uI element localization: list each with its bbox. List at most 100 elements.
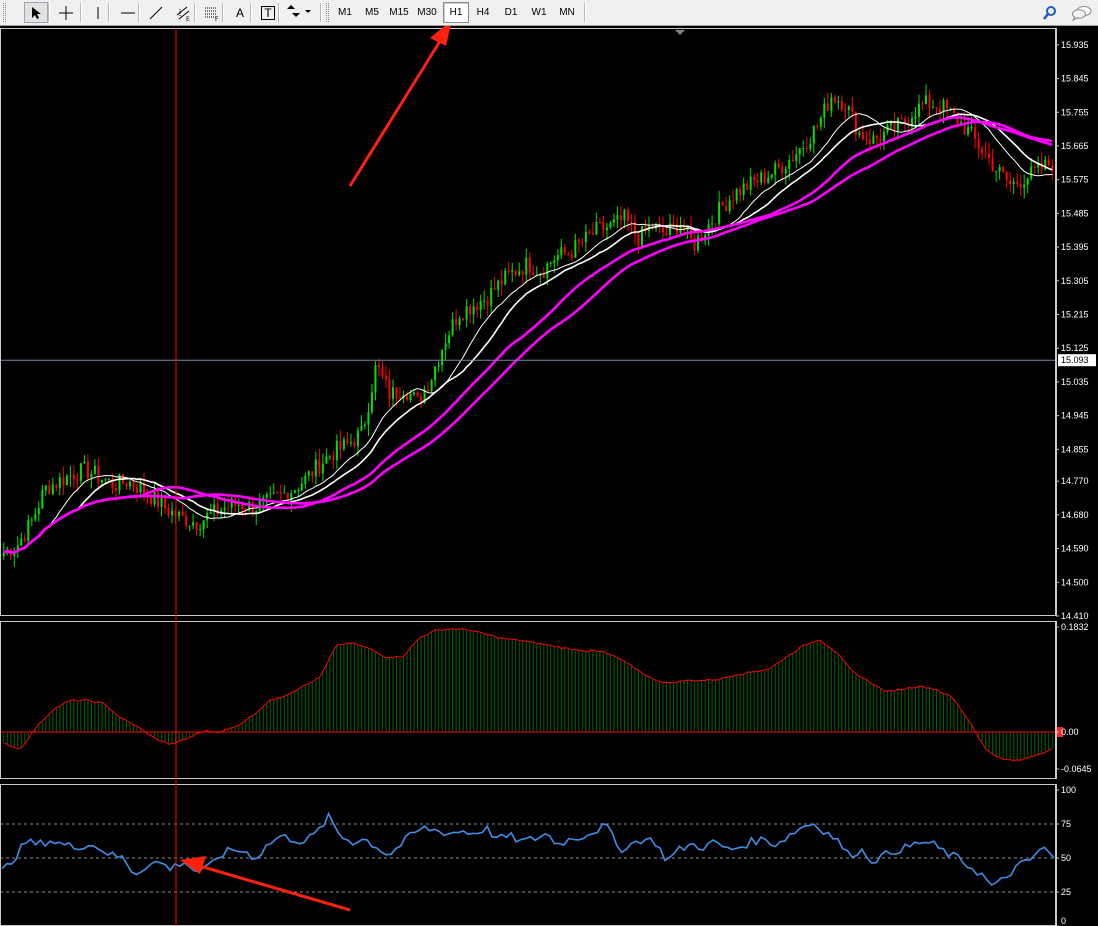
candle	[995, 170, 998, 182]
candle	[314, 451, 317, 485]
horizontal-line-button[interactable]	[116, 2, 140, 23]
trendline-button[interactable]	[144, 2, 168, 23]
candle	[206, 508, 209, 529]
candle	[1044, 155, 1047, 171]
rsi-tick-label: 0	[1061, 916, 1066, 926]
fibonacci-button[interactable]: F	[200, 2, 224, 23]
candle	[269, 486, 272, 499]
candle	[486, 296, 489, 316]
candle	[465, 299, 468, 328]
text-label-icon: T	[261, 5, 275, 20]
timeframe-h4-button[interactable]: H4	[470, 2, 496, 23]
candle	[809, 137, 812, 152]
fibonacci-icon: F	[204, 5, 220, 21]
candle	[420, 392, 423, 409]
candle	[826, 92, 829, 111]
candle	[560, 238, 563, 260]
candle	[458, 315, 461, 331]
macd-tick-label: 0.00	[1061, 727, 1079, 737]
candle	[1033, 164, 1036, 175]
slow-ma-line-1	[3, 116, 1053, 554]
timeframe-m1-button[interactable]: M1	[332, 2, 358, 23]
candle	[83, 454, 86, 464]
search-icon[interactable]	[1038, 2, 1062, 23]
candle	[1009, 171, 1012, 192]
timeframe-mn-button[interactable]: MN	[554, 2, 580, 23]
candle	[1012, 177, 1015, 194]
candle	[13, 547, 16, 567]
timeframe-h1-button[interactable]: H1	[443, 2, 469, 23]
candlesticks	[2, 84, 1054, 567]
price-panel[interactable]: 15.935 15.845 15.755 15.665 15.575 15.485 15.3…	[0, 28, 1096, 621]
text-tool-button[interactable]: A	[228, 2, 252, 23]
candle	[974, 118, 977, 149]
candle	[16, 536, 19, 559]
chart-area[interactable]: 15.935 15.845 15.755 15.665 15.575 15.485 15.3…	[0, 26, 1098, 926]
candle	[374, 361, 377, 401]
candle	[556, 248, 559, 266]
timeframe-toolbar-grip[interactable]	[326, 3, 329, 22]
candle	[62, 466, 65, 495]
candle	[542, 266, 545, 279]
price-tick-label: 14.590	[1061, 544, 1089, 554]
vertical-line-button[interactable]	[86, 2, 110, 23]
macd-panel[interactable]: 0.1832 0.00 -0.0645	[0, 621, 1092, 779]
timeframe-m5-button[interactable]: M5	[359, 2, 385, 23]
candle	[497, 279, 500, 297]
candle	[581, 237, 584, 247]
candle	[662, 216, 665, 241]
candle	[286, 492, 289, 503]
candle	[882, 127, 885, 151]
text-label-button[interactable]: T	[256, 2, 280, 23]
toolbar-separator	[48, 3, 50, 22]
cursor-arrow-icon	[30, 6, 42, 20]
candle	[756, 172, 759, 189]
price-tick-label: 15.575	[1061, 175, 1089, 185]
equidistant-channel-button[interactable]: E	[172, 2, 196, 23]
macd-tick-label: -0.0645	[1061, 764, 1092, 774]
candle	[774, 160, 777, 186]
timeframe-d1-button[interactable]: D1	[498, 2, 524, 23]
candle	[900, 114, 903, 120]
candle	[812, 125, 815, 154]
candle	[51, 477, 54, 496]
timeframe-m15-button[interactable]: M15	[386, 2, 412, 23]
chat-icon[interactable]	[1068, 2, 1096, 23]
candle	[507, 261, 510, 275]
candle	[171, 501, 174, 524]
chart-shift-marker[interactable]	[675, 30, 685, 35]
candle	[749, 167, 752, 196]
candle	[125, 481, 128, 491]
timeframe-w1-button[interactable]: W1	[526, 2, 552, 23]
candle	[893, 112, 896, 138]
candle	[588, 229, 591, 235]
arrow-to-rsi-crossing	[180, 856, 351, 912]
toolbar-grip[interactable]	[3, 3, 6, 22]
candle	[128, 480, 131, 491]
macd-panel-frame	[0, 621, 1056, 779]
price-tick-label: 15.755	[1061, 107, 1089, 117]
macd-tick-label: 0.1832	[1061, 622, 1089, 632]
arrows-dropdown-button[interactable]	[284, 2, 314, 23]
rsi-panel[interactable]: 100 75 50 25 0	[0, 784, 1076, 926]
candle	[237, 498, 240, 513]
candle	[325, 448, 328, 464]
moving-averages	[3, 108, 1053, 554]
candle	[23, 533, 26, 543]
svg-text:F: F	[215, 16, 219, 21]
candle	[399, 386, 402, 400]
rsi-tick-label: 75	[1061, 819, 1071, 829]
candle	[770, 174, 773, 181]
candle	[164, 496, 167, 514]
candle	[847, 105, 850, 118]
toolbar-separator	[138, 3, 140, 22]
candle	[619, 206, 622, 228]
cursor-tool-button[interactable]	[24, 2, 48, 23]
chart-toolbar: E F A T M1 M5 M15 M30 H1 H4 D1 W1 MN	[0, 0, 1098, 26]
price-tick-label: 14.680	[1061, 510, 1089, 520]
candle	[65, 473, 68, 486]
timeframe-m30-button[interactable]: M30	[414, 2, 440, 23]
candle	[27, 514, 30, 545]
crosshair-tool-button[interactable]	[54, 2, 78, 23]
toolbar-separator	[222, 3, 224, 22]
